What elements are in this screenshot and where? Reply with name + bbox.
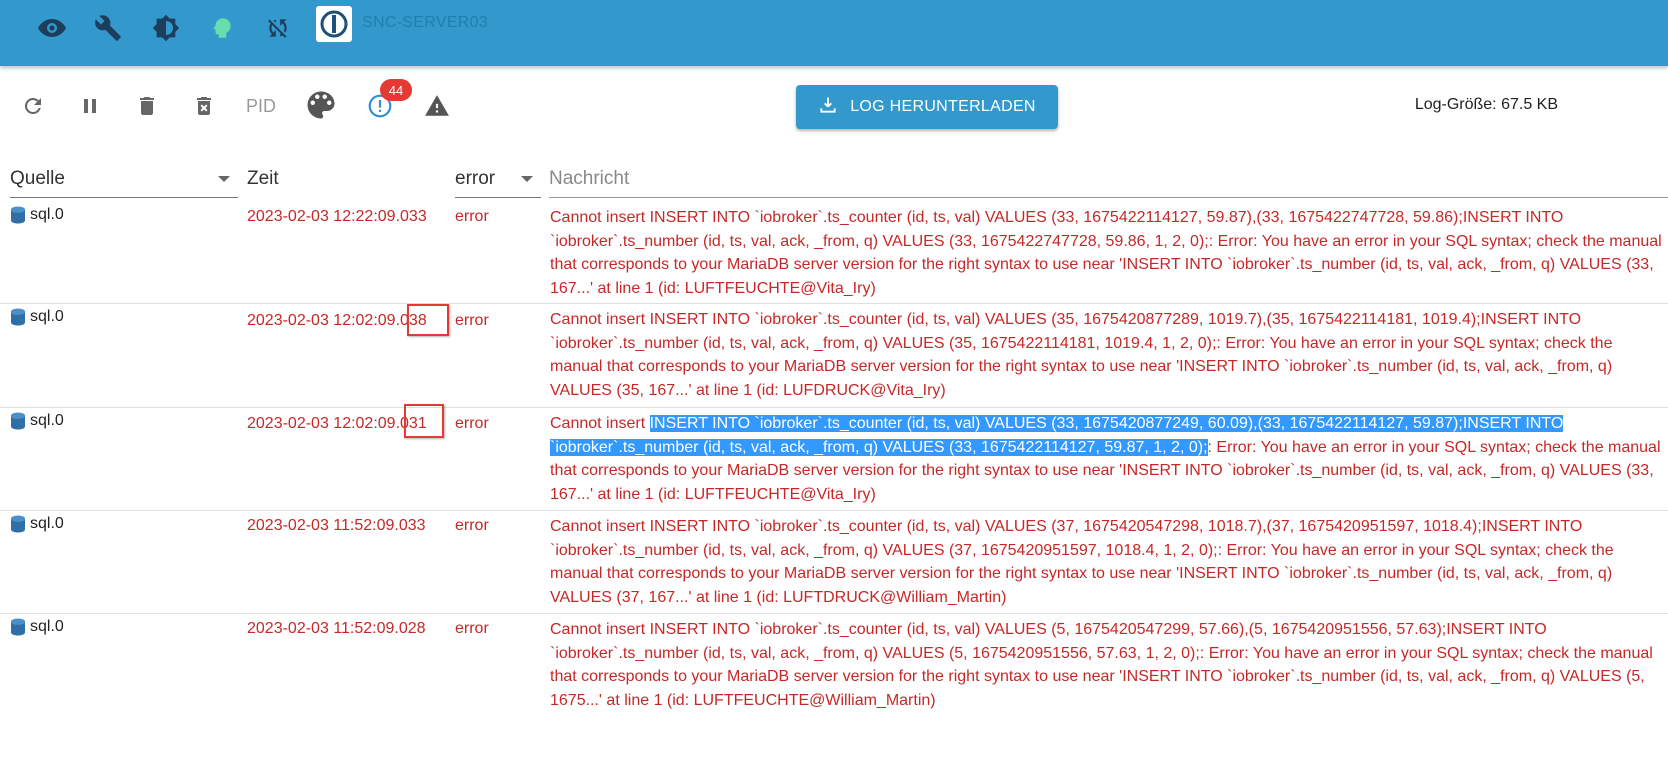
wrench-icon[interactable] (92, 12, 124, 44)
message-text: Cannot insert (550, 415, 650, 432)
source-column-header: Quelle (10, 168, 65, 189)
message-cell: Cannot insert INSERT INTO `iobroker`.ts_… (550, 412, 1666, 506)
time-cell: 2023-02-03 12:22:09.033 (247, 208, 427, 226)
table-row[interactable]: sql.0 2023-02-03 11:52:09.033 error Cann… (0, 511, 1668, 614)
time-value: 2023-02-03 12:02:09. (247, 415, 401, 432)
highlight-box (407, 304, 449, 336)
severity-cell: error (455, 208, 489, 225)
source-label: sql.0 (30, 206, 64, 223)
source-filter-select[interactable]: Quelle (10, 160, 238, 198)
source-cell: sql.0 (10, 308, 64, 326)
severity-cell: error (455, 312, 489, 329)
source-cell: sql.0 (10, 618, 64, 636)
message-cell: Cannot insert INSERT INTO `iobroker`.ts_… (550, 515, 1666, 609)
download-log-button[interactable]: LOG HERUNTERLADEN (796, 85, 1058, 129)
download-log-label: LOG HERUNTERLADEN (850, 98, 1036, 115)
refresh-icon[interactable] (18, 91, 48, 121)
time-column-header: Zeit (247, 160, 445, 198)
source-label: sql.0 (30, 515, 64, 532)
time-cell: 2023-02-03 11:52:09.028 (247, 620, 426, 638)
pause-icon[interactable] (75, 91, 105, 121)
message-text: Cannot insert INSERT INTO `iobroker`.ts_… (550, 621, 1653, 709)
message-text: Cannot insert INSERT INTO `iobroker`.ts_… (550, 311, 1613, 399)
time-cell: 2023-02-03 12:02:09.038 (247, 312, 427, 330)
eye-icon[interactable] (36, 12, 68, 44)
database-icon (11, 206, 25, 224)
time-value: 2023-02-03 12:02:09. (247, 312, 401, 329)
database-icon (11, 515, 25, 533)
severity-cell: error (455, 415, 489, 432)
download-icon (818, 95, 838, 120)
message-cell: Cannot insert INSERT INTO `iobroker`.ts_… (550, 206, 1666, 300)
message-column-header: Nachricht (549, 168, 630, 189)
time-value: 2023-02-03 11:52:09.033 (247, 517, 426, 534)
database-icon (11, 618, 25, 636)
iobroker-logo[interactable] (316, 6, 352, 42)
message-filter-input[interactable]: Nachricht (549, 160, 1668, 198)
pid-toggle[interactable]: PID (246, 96, 276, 117)
table-row[interactable]: sql.0 2023-02-03 11:52:09.028 error Cann… (0, 614, 1668, 760)
message-cell: Cannot insert INSERT INTO `iobroker`.ts_… (550, 308, 1666, 402)
severity-selected-value: error (455, 168, 496, 189)
highlight-box (404, 404, 444, 438)
database-icon (11, 308, 25, 326)
error-count-badge: 44 (380, 79, 412, 101)
time-value: 2023-02-03 11:52:09.028 (247, 620, 426, 637)
time-value: 2023-02-03 12:22:09.033 (247, 208, 427, 225)
brightness-icon[interactable] (150, 12, 182, 44)
table-row[interactable]: sql.0 2023-02-03 12:02:09.038 error Cann… (0, 304, 1668, 408)
delete-icon[interactable] (132, 91, 162, 121)
source-cell: sql.0 (10, 515, 64, 533)
table-row[interactable]: sql.0 2023-02-03 12:02:09.031 error Cann… (0, 408, 1668, 511)
source-label: sql.0 (30, 308, 64, 325)
chevron-down-icon (218, 176, 230, 182)
database-icon (11, 412, 25, 430)
table-row[interactable]: sql.0 2023-02-03 12:22:09.033 error Cann… (0, 202, 1668, 304)
time-cell: 2023-02-03 12:02:09.031 (247, 415, 427, 433)
log-size-label: Log-Größe: 67.5 KB (1414, 96, 1558, 113)
message-text: Cannot insert INSERT INTO `iobroker`.ts_… (550, 518, 1614, 606)
delete-forever-icon[interactable] (189, 91, 219, 121)
source-cell: sql.0 (10, 412, 64, 430)
time-cell: 2023-02-03 11:52:09.033 (247, 517, 426, 535)
top-app-bar: SNC-SERVER03 (0, 0, 1668, 66)
source-label: sql.0 (30, 618, 64, 635)
warning-icon[interactable] (422, 91, 452, 121)
source-cell: sql.0 (10, 206, 64, 224)
chevron-down-icon (521, 176, 533, 182)
head-icon[interactable] (206, 12, 238, 44)
severity-cell: error (455, 620, 489, 637)
palette-icon[interactable] (302, 86, 340, 124)
hostname-label: SNC-SERVER03 (362, 14, 489, 31)
message-cell: Cannot insert INSERT INTO `iobroker`.ts_… (550, 618, 1666, 712)
severity-filter-select[interactable]: error (455, 160, 541, 198)
message-text: Cannot insert INSERT INTO `iobroker`.ts_… (550, 209, 1662, 297)
sync-disabled-icon[interactable] (262, 12, 294, 44)
severity-cell: error (455, 517, 489, 534)
time-column-label: Zeit (247, 168, 279, 189)
source-label: sql.0 (30, 412, 64, 429)
